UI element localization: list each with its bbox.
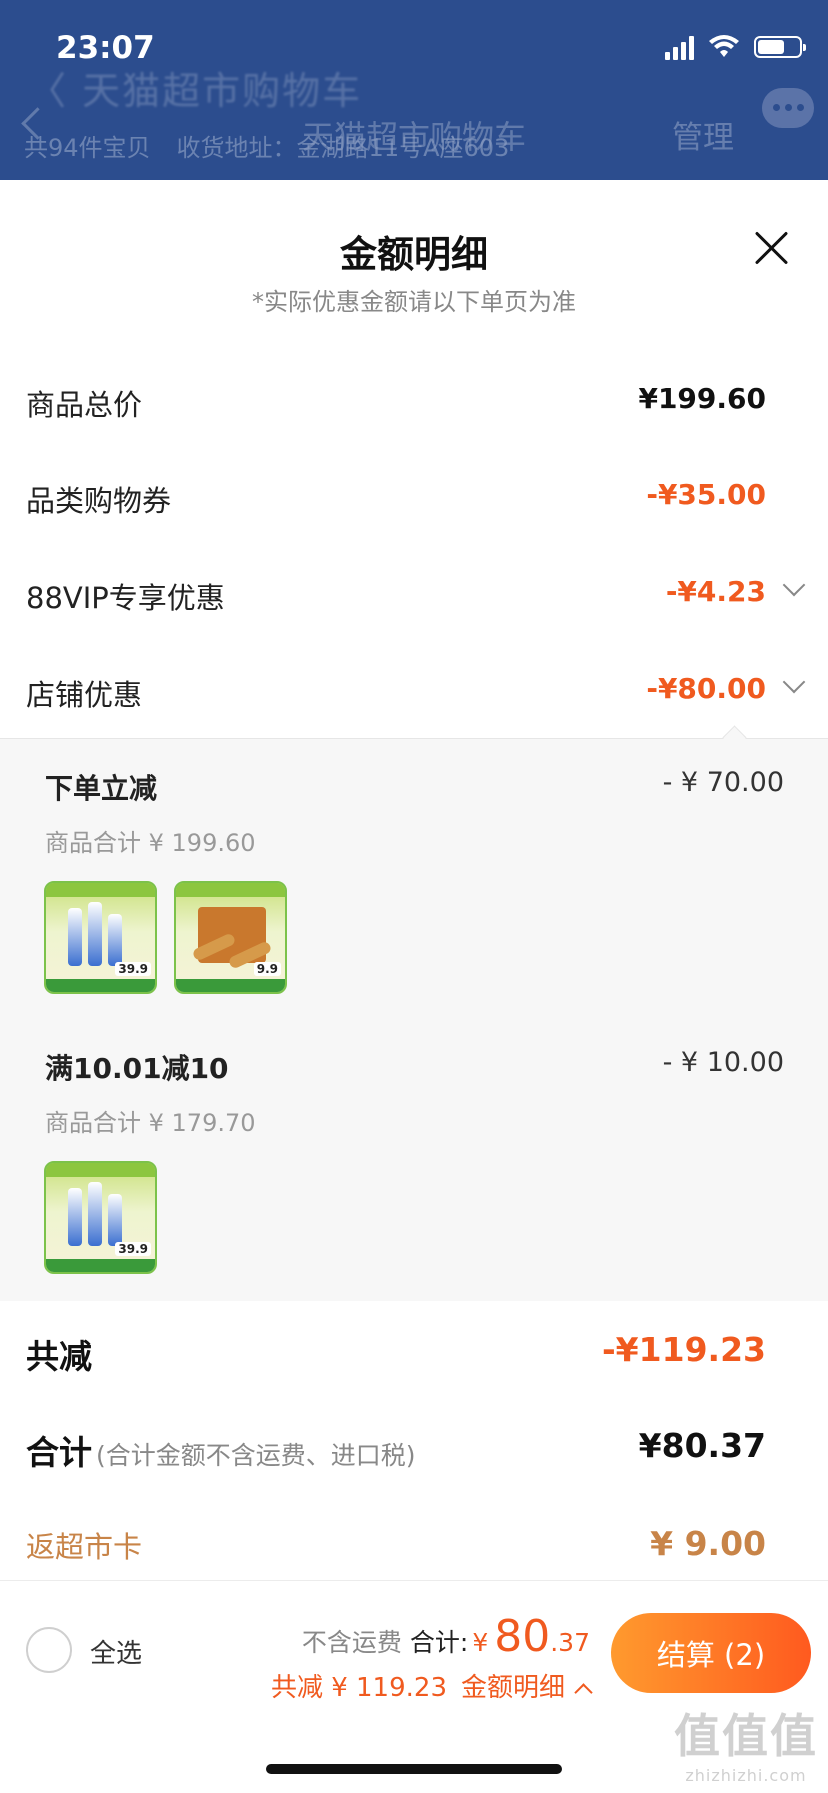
checkout-button[interactable]: 结算 (2) <box>611 1613 811 1693</box>
close-icon[interactable] <box>752 228 792 268</box>
battery-icon <box>754 36 806 58</box>
watermark-logo: 值值值 <box>674 1709 818 1763</box>
row-store-discount[interactable]: 店铺优惠 -¥80.00 <box>0 660 828 720</box>
item-count: 共94件宝贝 <box>24 134 151 162</box>
select-all-label[interactable]: 全选 <box>90 1633 142 1670</box>
discount-title: 满10.01减10 <box>45 1052 229 1085</box>
signal-icon <box>665 34 694 60</box>
watermark-url: zhizhizhi.com <box>685 1766 807 1785</box>
background-header: 23:07 〈 天猫超市购物车 天猫超市购物车 管理 共94件宝贝 收货地址：金湖… <box>0 0 828 180</box>
sheet-title: 金额明细 <box>340 233 488 276</box>
sum-line: 不含运费 合计: ¥80.37 <box>302 1611 590 1662</box>
sum-label: 合计: <box>409 1628 469 1657</box>
product-thumbnail[interactable]: 39.9 <box>44 1161 157 1274</box>
discount-amount: - ¥ 70.00 <box>662 767 784 798</box>
detail-link[interactable]: 金额明细 <box>461 1673 565 1703</box>
ghost-title: 〈 天猫超市购物车 <box>28 69 363 113</box>
chat-bubble-icon[interactable] <box>762 88 814 128</box>
row-label: 品类购物券 <box>26 484 172 518</box>
thumb-price: 9.9 <box>253 962 281 976</box>
select-all-radio[interactable] <box>26 1627 72 1673</box>
total-saved-label: 共减 <box>26 1337 92 1376</box>
thumb-price: 39.9 <box>115 962 151 976</box>
discount-title: 下单立减 <box>45 772 158 805</box>
row-label: 88VIP专享优惠 <box>26 581 225 615</box>
amount-detail-toggle[interactable]: 共减 ¥ 119.23 金额明细 <box>270 1667 593 1704</box>
discount-subtotal: 商品合计 ¥ 179.70 <box>45 1109 256 1137</box>
card-rebate-value: ¥ 9.00 <box>650 1524 766 1563</box>
chevron-down-icon[interactable] <box>782 573 806 597</box>
product-thumbnail[interactable]: 9.9 <box>174 881 287 994</box>
sheet-note: *实际优惠金额请以下单页为准 <box>252 288 576 316</box>
row-category-coupon: 品类购物券 -¥35.00 <box>0 466 828 526</box>
currency-symbol: ¥ <box>472 1628 489 1657</box>
row-value: -¥4.23 <box>665 575 766 608</box>
watermark: 值值值 zhizhizhi.com <box>674 1700 818 1785</box>
no-shipping-note: 不含运费 <box>301 1628 402 1657</box>
product-thumbnail[interactable]: 39.9 <box>44 881 157 994</box>
saved-text: 共减 ¥ 119.23 <box>270 1673 447 1703</box>
delivery-address: 收货地址：金湖路11号A座603 <box>176 134 510 162</box>
wifi-icon <box>709 35 739 57</box>
status-icons <box>665 34 806 60</box>
total-note: (合计金额不含运费、进口税) <box>96 1441 416 1470</box>
row-value: ¥199.60 <box>638 382 766 415</box>
manage-button[interactable]: 管理 <box>672 112 734 157</box>
store-discount-panel: 下单立减 - ¥ 70.00 商品合计 ¥ 199.60 39.9 9.9 满1… <box>0 738 828 1301</box>
cart-summary: 共94件宝贝 收货地址：金湖路11号A座603 <box>24 128 509 163</box>
row-88vip-discount[interactable]: 88VIP专享优惠 -¥4.23 <box>0 563 828 623</box>
row-label: 商品总价 <box>26 388 143 422</box>
row-value: -¥35.00 <box>646 478 766 511</box>
home-indicator[interactable] <box>266 1764 562 1774</box>
total-value: ¥80.37 <box>638 1426 766 1465</box>
chevron-down-icon[interactable] <box>782 670 806 694</box>
total-saved-value: -¥119.23 <box>601 1330 766 1369</box>
thumb-price: 39.9 <box>115 1242 151 1256</box>
sum-integer: 80 <box>494 1611 551 1662</box>
sum-decimal: .37 <box>550 1628 590 1657</box>
discount-amount: - ¥ 10.00 <box>662 1047 784 1078</box>
row-label: 店铺优惠 <box>26 678 143 712</box>
discount-subtotal: 商品合计 ¥ 199.60 <box>45 829 256 857</box>
chevron-up-icon[interactable] <box>574 1683 593 1702</box>
amount-detail-sheet: 金额明细 *实际优惠金额请以下单页为准 商品总价 ¥199.60 品类购物券 -… <box>0 180 828 1580</box>
row-value: -¥80.00 <box>646 672 766 705</box>
row-goods-total: 商品总价 ¥199.60 <box>0 370 828 430</box>
total-label: 合计 (合计金额不含运费、进口税) <box>26 1433 416 1472</box>
card-rebate-label: 返超市卡 <box>26 1530 143 1564</box>
